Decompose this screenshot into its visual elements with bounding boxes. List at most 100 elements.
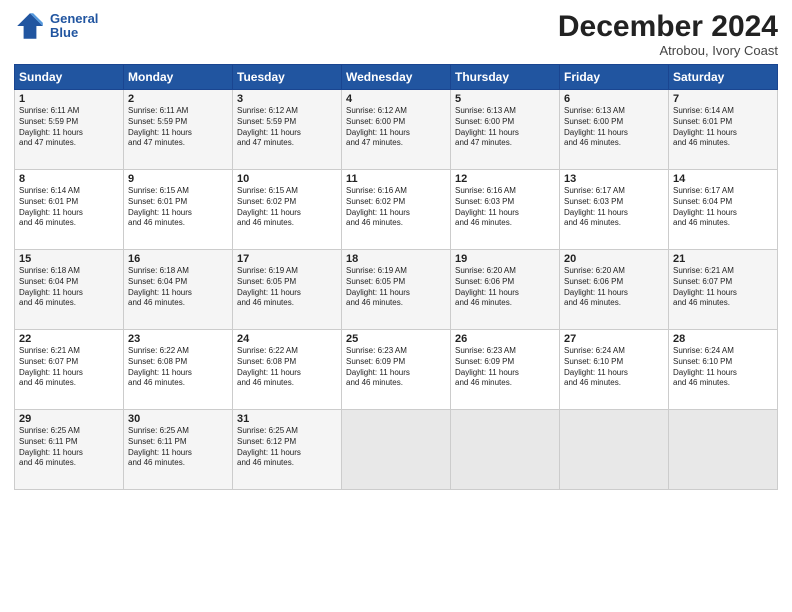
day-number: 6	[564, 93, 664, 105]
day-info: Sunrise: 6:12 AMSunset: 5:59 PMDaylight:…	[237, 106, 337, 149]
day-info: Sunrise: 6:12 AMSunset: 6:00 PMDaylight:…	[346, 106, 446, 149]
day-number: 20	[564, 253, 664, 265]
month-title: December 2024	[558, 10, 778, 43]
col-saturday: Saturday	[669, 65, 778, 90]
calendar-day-cell: 28Sunrise: 6:24 AMSunset: 6:10 PMDayligh…	[669, 330, 778, 410]
calendar-day-cell: 19Sunrise: 6:20 AMSunset: 6:06 PMDayligh…	[451, 250, 560, 330]
col-monday: Monday	[124, 65, 233, 90]
day-number: 17	[237, 253, 337, 265]
day-number: 23	[128, 333, 228, 345]
calendar-week-row: 29 Sunrise: 6:25 AMSunset: 6:11 PMDayligh…	[15, 410, 778, 490]
day-number: 29	[19, 413, 119, 425]
page-container: General Blue December 2024 Atrobou, Ivor…	[0, 0, 792, 500]
calendar-day-cell: 26Sunrise: 6:23 AMSunset: 6:09 PMDayligh…	[451, 330, 560, 410]
day-info: Sunrise: 6:11 AMSunset: 5:59 PMDaylight:…	[128, 106, 228, 149]
col-thursday: Thursday	[451, 65, 560, 90]
header: General Blue December 2024 Atrobou, Ivor…	[14, 10, 778, 58]
day-number: 21	[673, 253, 773, 265]
calendar-day-cell: 21Sunrise: 6:21 AMSunset: 6:07 PMDayligh…	[669, 250, 778, 330]
day-info: Sunrise: 6:13 AMSunset: 6:00 PMDaylight:…	[564, 106, 664, 149]
calendar-day-cell: 18Sunrise: 6:19 AMSunset: 6:05 PMDayligh…	[342, 250, 451, 330]
day-number: 3	[237, 93, 337, 105]
day-number: 9	[128, 173, 228, 185]
day-info: Sunrise: 6:18 AMSunset: 6:04 PMDaylight:…	[19, 266, 119, 309]
calendar-day-cell: 16Sunrise: 6:18 AMSunset: 6:04 PMDayligh…	[124, 250, 233, 330]
calendar-day-cell: 10Sunrise: 6:15 AMSunset: 6:02 PMDayligh…	[233, 170, 342, 250]
day-info: Sunrise: 6:24 AMSunset: 6:10 PMDaylight:…	[673, 346, 773, 389]
day-number: 27	[564, 333, 664, 345]
day-number: 26	[455, 333, 555, 345]
day-number: 30	[128, 413, 228, 425]
day-info: Sunrise: 6:21 AMSunset: 6:07 PMDaylight:…	[19, 346, 119, 389]
title-block: December 2024 Atrobou, Ivory Coast	[558, 10, 778, 58]
calendar-day-cell: 15Sunrise: 6:18 AMSunset: 6:04 PMDayligh…	[15, 250, 124, 330]
day-number: 18	[346, 253, 446, 265]
day-info: Sunrise: 6:16 AMSunset: 6:02 PMDaylight:…	[346, 186, 446, 229]
col-tuesday: Tuesday	[233, 65, 342, 90]
calendar-day-cell: 2Sunrise: 6:11 AMSunset: 5:59 PMDaylight…	[124, 90, 233, 170]
calendar-day-cell: 8Sunrise: 6:14 AMSunset: 6:01 PMDaylight…	[15, 170, 124, 250]
day-info: Sunrise: 6:14 AMSunset: 6:01 PMDaylight:…	[673, 106, 773, 149]
calendar-day-cell: 27Sunrise: 6:24 AMSunset: 6:10 PMDayligh…	[560, 330, 669, 410]
day-info: Sunrise: 6:17 AMSunset: 6:03 PMDaylight:…	[564, 186, 664, 229]
calendar-day-cell: 25Sunrise: 6:23 AMSunset: 6:09 PMDayligh…	[342, 330, 451, 410]
day-info: Sunrise: 6:22 AMSunset: 6:08 PMDaylight:…	[128, 346, 228, 389]
day-info: Sunrise: 6:20 AMSunset: 6:06 PMDaylight:…	[455, 266, 555, 309]
day-number: 31	[237, 413, 337, 425]
calendar-day-cell	[451, 410, 560, 490]
day-info: Sunrise: 6:23 AMSunset: 6:09 PMDaylight:…	[346, 346, 446, 389]
calendar-day-cell: 3Sunrise: 6:12 AMSunset: 5:59 PMDaylight…	[233, 90, 342, 170]
calendar-day-cell: 14Sunrise: 6:17 AMSunset: 6:04 PMDayligh…	[669, 170, 778, 250]
day-number: 4	[346, 93, 446, 105]
calendar-day-cell	[669, 410, 778, 490]
day-number: 24	[237, 333, 337, 345]
calendar-day-cell: 5Sunrise: 6:13 AMSunset: 6:00 PMDaylight…	[451, 90, 560, 170]
calendar-day-cell: 31Sunrise: 6:25 AMSunset: 6:12 PMDayligh…	[233, 410, 342, 490]
day-number: 13	[564, 173, 664, 185]
day-number: 11	[346, 173, 446, 185]
day-info: Sunrise: 6:13 AMSunset: 6:00 PMDaylight:…	[455, 106, 555, 149]
day-number: 8	[19, 173, 119, 185]
calendar-day-cell: 23Sunrise: 6:22 AMSunset: 6:08 PMDayligh…	[124, 330, 233, 410]
day-number: 15	[19, 253, 119, 265]
col-friday: Friday	[560, 65, 669, 90]
day-number: 22	[19, 333, 119, 345]
calendar-day-cell: 30Sunrise: 6:25 AMSunset: 6:11 PMDayligh…	[124, 410, 233, 490]
calendar-day-cell: 7Sunrise: 6:14 AMSunset: 6:01 PMDaylight…	[669, 90, 778, 170]
day-number: 25	[346, 333, 446, 345]
day-info: Sunrise: 6:17 AMSunset: 6:04 PMDaylight:…	[673, 186, 773, 229]
day-info: Sunrise: 6:24 AMSunset: 6:10 PMDaylight:…	[564, 346, 664, 389]
day-info: Sunrise: 6:23 AMSunset: 6:09 PMDaylight:…	[455, 346, 555, 389]
day-info: Sunrise: 6:15 AMSunset: 6:01 PMDaylight:…	[128, 186, 228, 229]
calendar-day-cell: 24Sunrise: 6:22 AMSunset: 6:08 PMDayligh…	[233, 330, 342, 410]
col-wednesday: Wednesday	[342, 65, 451, 90]
calendar-week-row: 1Sunrise: 6:11 AMSunset: 5:59 PMDaylight…	[15, 90, 778, 170]
day-info: Sunrise: 6:11 AMSunset: 5:59 PMDaylight:…	[19, 106, 119, 149]
calendar-day-cell: 17Sunrise: 6:19 AMSunset: 6:05 PMDayligh…	[233, 250, 342, 330]
day-info: Sunrise: 6:14 AMSunset: 6:01 PMDaylight:…	[19, 186, 119, 229]
col-sunday: Sunday	[15, 65, 124, 90]
calendar-day-cell: 13Sunrise: 6:17 AMSunset: 6:03 PMDayligh…	[560, 170, 669, 250]
day-number: 19	[455, 253, 555, 265]
day-number: 14	[673, 173, 773, 185]
day-info: Sunrise: 6:25 AMSunset: 6:11 PMDaylight:…	[128, 426, 228, 469]
day-info: Sunrise: 6:18 AMSunset: 6:04 PMDaylight:…	[128, 266, 228, 309]
day-info: Sunrise: 6:25 AMSunset: 6:12 PMDaylight:…	[237, 426, 337, 469]
day-info: Sunrise: 6:19 AMSunset: 6:05 PMDaylight:…	[237, 266, 337, 309]
calendar-day-cell: 6Sunrise: 6:13 AMSunset: 6:00 PMDaylight…	[560, 90, 669, 170]
day-number: 10	[237, 173, 337, 185]
day-number: 2	[128, 93, 228, 105]
day-number: 28	[673, 333, 773, 345]
calendar-day-cell: 4Sunrise: 6:12 AMSunset: 6:00 PMDaylight…	[342, 90, 451, 170]
calendar-day-cell: 22Sunrise: 6:21 AMSunset: 6:07 PMDayligh…	[15, 330, 124, 410]
day-number: 1	[19, 93, 119, 105]
calendar-table: Sunday Monday Tuesday Wednesday Thursday…	[14, 64, 778, 490]
calendar-day-cell: 1Sunrise: 6:11 AMSunset: 5:59 PMDaylight…	[15, 90, 124, 170]
day-info: Sunrise: 6:20 AMSunset: 6:06 PMDaylight:…	[564, 266, 664, 309]
calendar-day-cell: 9Sunrise: 6:15 AMSunset: 6:01 PMDaylight…	[124, 170, 233, 250]
calendar-day-cell: 20Sunrise: 6:20 AMSunset: 6:06 PMDayligh…	[560, 250, 669, 330]
generalblue-logo-icon	[14, 10, 46, 42]
day-info: Sunrise: 6:19 AMSunset: 6:05 PMDaylight:…	[346, 266, 446, 309]
day-info: Sunrise: 6:16 AMSunset: 6:03 PMDaylight:…	[455, 186, 555, 229]
day-info: Sunrise: 6:22 AMSunset: 6:08 PMDaylight:…	[237, 346, 337, 389]
